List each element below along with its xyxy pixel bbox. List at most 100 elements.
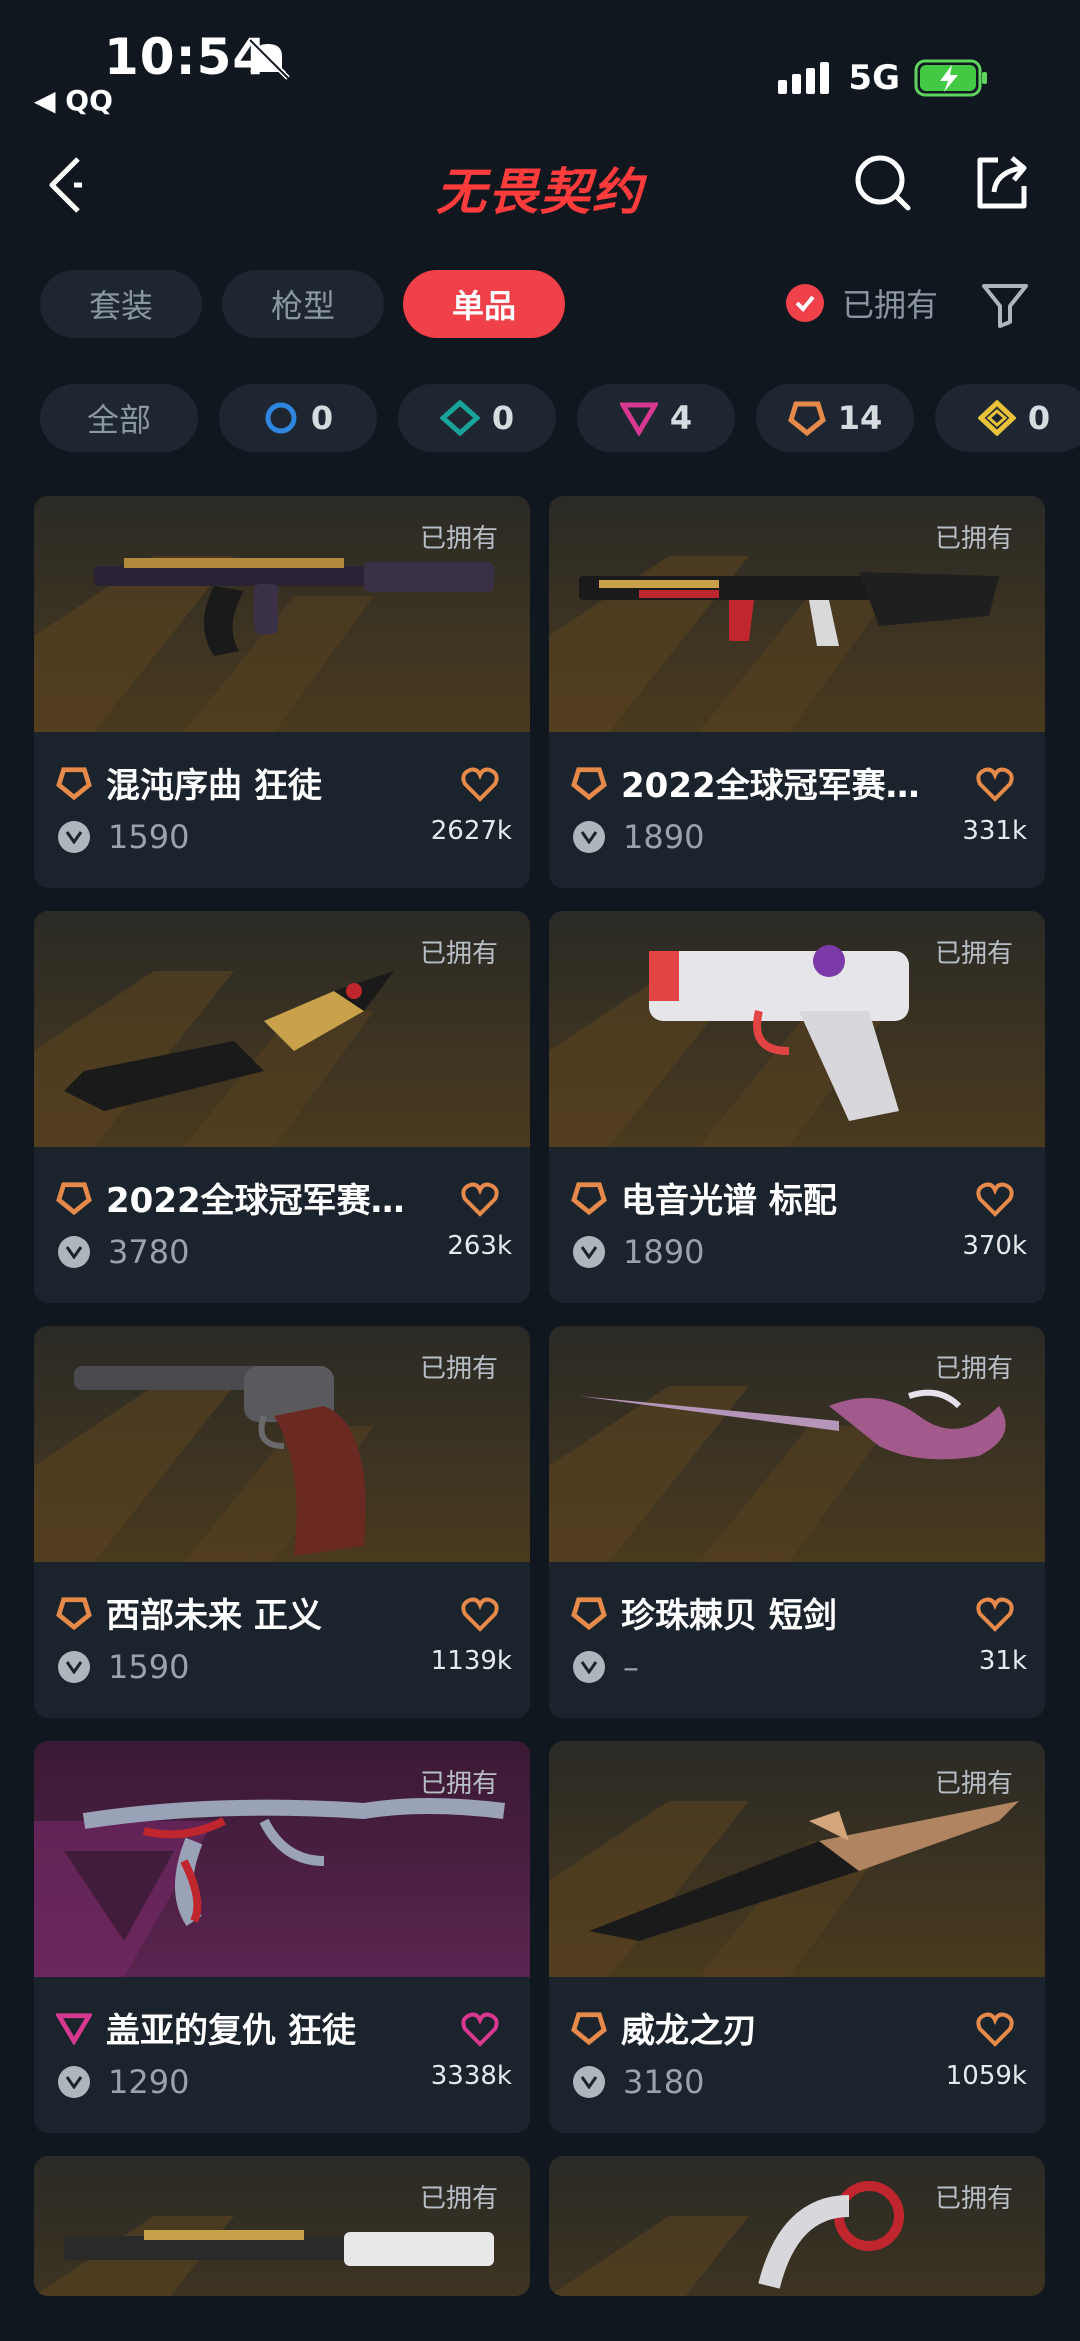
- vp-currency-icon: [573, 1236, 605, 1268]
- vp-currency-icon: [58, 821, 90, 853]
- page-title: 无畏契约: [436, 163, 644, 221]
- item-card[interactable]: 已拥有 西部未来 正义 1590 1139k: [34, 1326, 530, 1718]
- owned-tag: 已拥有: [934, 524, 1013, 554]
- item-image: 已拥有: [549, 2156, 1045, 2296]
- owned-tag: 已拥有: [934, 2184, 1013, 2214]
- item-price: 1590: [108, 818, 190, 856]
- item-price: 3180: [623, 2063, 705, 2101]
- item-card[interactable]: 已拥有 威龙之刃 3180 1059k: [549, 1741, 1045, 2133]
- rarity-filter-all[interactable]: 全部: [40, 384, 198, 452]
- mute-bell-icon: [248, 38, 290, 80]
- premium-tier-icon: [56, 2012, 92, 2045]
- tab-single-items[interactable]: 单品: [403, 270, 565, 338]
- tab-weapon-type[interactable]: 枪型: [222, 270, 384, 338]
- rarity-count: 0: [1027, 399, 1051, 437]
- item-image: 已拥有: [34, 1326, 530, 1562]
- heart-icon[interactable]: [460, 2009, 500, 2049]
- item-card[interactable]: 已拥有 电音光谱 标配 1890 370k: [549, 911, 1045, 1303]
- item-card[interactable]: 已拥有 盖亚的复仇 狂徒 1290 3338k: [34, 1741, 530, 2133]
- item-image: 已拥有: [34, 1741, 530, 1977]
- back-to-app-link[interactable]: ◀ QQ: [34, 84, 113, 117]
- checkbox-checked-icon[interactable]: [786, 284, 824, 322]
- rarity-filter-deluxe[interactable]: 0: [398, 384, 556, 452]
- rarity-filter-ultra[interactable]: 0: [935, 384, 1080, 452]
- network-label: 5G: [848, 58, 900, 98]
- share-icon[interactable]: [972, 152, 1032, 212]
- rarity-all-label: 全部: [86, 401, 151, 439]
- rifle-image: [64, 2230, 494, 2266]
- rifle-image: [579, 572, 999, 646]
- rarity-filter-premium[interactable]: 4: [577, 384, 735, 452]
- heart-icon[interactable]: [975, 764, 1015, 804]
- owned-tag: 已拥有: [419, 1354, 498, 1384]
- exclusive-tier-icon: [571, 1181, 607, 1215]
- item-name: 威龙之刃: [621, 2011, 757, 2051]
- owned-filter-toggle[interactable]: 已拥有: [786, 280, 938, 326]
- item-card[interactable]: 已拥有: [34, 2156, 530, 2296]
- pistol-image: [649, 945, 909, 1121]
- item-name: 混沌序曲 狂徒: [106, 766, 322, 806]
- rarity-count: 14: [837, 399, 883, 437]
- item-image: 已拥有: [34, 496, 530, 732]
- item-image: 已拥有: [549, 1326, 1045, 1562]
- like-count: 1059k: [945, 2061, 1027, 2091]
- owned-tag: 已拥有: [934, 1769, 1013, 1799]
- karambit-image: [758, 2181, 904, 2289]
- ultra-tier-icon: [977, 400, 1016, 436]
- status-right: 5G: [778, 58, 990, 98]
- rarity-count: 0: [491, 399, 515, 437]
- exclusive-tier-icon: [787, 401, 826, 436]
- item-price: 1290: [108, 2063, 190, 2101]
- battery-charging-icon: [914, 59, 987, 97]
- tab-bundles[interactable]: 套装: [40, 270, 202, 338]
- like-count: 1139k: [430, 1646, 512, 1676]
- rarity-filter-exclusive[interactable]: 14: [756, 384, 914, 452]
- item-name: 盖亚的复仇 狂徒: [106, 2011, 356, 2051]
- like-count: 370k: [962, 1231, 1027, 1261]
- owned-filter-label: 已拥有: [842, 286, 939, 324]
- item-name: 珍珠棘贝 短剑: [621, 1596, 837, 1636]
- owned-tag: 已拥有: [419, 939, 498, 969]
- heart-icon[interactable]: [975, 1179, 1015, 1219]
- vp-currency-icon: [58, 1236, 90, 1268]
- item-image: 已拥有: [549, 496, 1045, 732]
- item-card[interactable]: 已拥有 2022全球冠军赛… 3780 263k: [34, 911, 530, 1303]
- rarity-count: 4: [669, 399, 693, 437]
- item-card[interactable]: 已拥有 混沌序曲 狂徒 1590 2627k: [34, 496, 530, 888]
- heart-icon[interactable]: [975, 1594, 1015, 1634]
- heart-icon[interactable]: [460, 764, 500, 804]
- owned-tag: 已拥有: [419, 2184, 498, 2214]
- vp-currency-icon: [58, 2066, 90, 2098]
- item-card[interactable]: 已拥有: [549, 2156, 1045, 2296]
- item-image: 已拥有: [34, 911, 530, 1147]
- owned-tag: 已拥有: [934, 939, 1013, 969]
- heart-icon[interactable]: [975, 2009, 1015, 2049]
- rarity-count: 0: [310, 399, 334, 437]
- exclusive-tier-icon: [571, 766, 607, 800]
- rifle-image: [94, 558, 494, 656]
- knife-image: [589, 1801, 1019, 1941]
- select-tier-icon: [265, 402, 297, 434]
- signal-icon: [778, 62, 830, 94]
- heart-icon[interactable]: [460, 1179, 500, 1219]
- item-price: –: [623, 1648, 639, 1686]
- search-icon[interactable]: [852, 152, 912, 212]
- item-card[interactable]: 已拥有 珍珠棘贝 短剑 – 31k: [549, 1326, 1045, 1718]
- vp-currency-icon: [573, 2066, 605, 2098]
- item-price: 1590: [108, 1648, 190, 1686]
- filter-icon[interactable]: [980, 280, 1030, 330]
- heart-icon[interactable]: [460, 1594, 500, 1634]
- like-count: 3338k: [430, 2061, 512, 2091]
- owned-tag: 已拥有: [419, 1769, 498, 1799]
- owned-tag: 已拥有: [934, 1354, 1013, 1384]
- premium-tier-icon: [619, 402, 658, 436]
- knife-image: [64, 971, 394, 1111]
- item-name: 2022全球冠军赛…: [621, 766, 920, 806]
- item-name: 西部未来 正义: [106, 1596, 322, 1636]
- exclusive-tier-icon: [56, 1596, 92, 1630]
- item-image: 已拥有: [549, 911, 1045, 1147]
- vp-currency-icon: [58, 1651, 90, 1683]
- owned-tag: 已拥有: [419, 524, 498, 554]
- rarity-filter-select[interactable]: 0: [219, 384, 377, 452]
- item-card[interactable]: 已拥有 2022全球冠军赛… 1890 331k: [549, 496, 1045, 888]
